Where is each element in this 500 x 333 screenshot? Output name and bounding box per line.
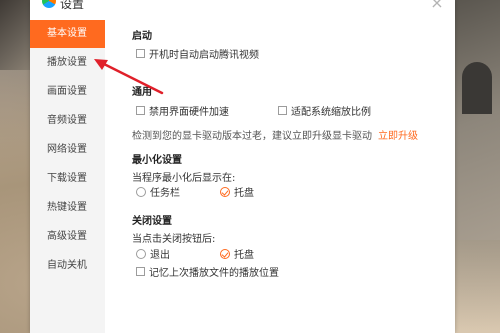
minimize-tray-label: 托盘 — [234, 188, 254, 199]
settings-content: 启动 开机时自动启动腾讯视频 通用 禁用界面硬件加速 适配系统缩放比例 检测到您… — [132, 0, 452, 333]
hw-accel-checkbox[interactable] — [136, 106, 145, 115]
close-tray-option[interactable]: 托盘 — [220, 246, 254, 261]
autostart-option[interactable]: 开机时自动启动腾讯视频 — [136, 46, 259, 61]
minimize-taskbar-radio[interactable] — [136, 186, 146, 197]
driver-notice: 检测到您的显卡驱动版本过老，建议立即升级显卡驱动 立即升级 — [132, 127, 418, 142]
upgrade-link[interactable]: 立即升级 — [378, 127, 418, 142]
sidebar-item-network[interactable]: 网络设置 — [30, 136, 105, 164]
background-arch — [462, 62, 492, 114]
sidebar-item-basic[interactable]: 基本设置 — [30, 20, 105, 48]
general-section-title: 通用 — [132, 87, 152, 98]
minimize-taskbar-label: 任务栏 — [150, 188, 180, 199]
close-tray-label: 托盘 — [234, 250, 254, 261]
sidebar-item-hotkeys[interactable]: 热键设置 — [30, 194, 105, 222]
settings-sidebar: 基本设置 播放设置 画面设置 音频设置 网络设置 下载设置 热键设置 高级设置 … — [30, 20, 105, 333]
close-section-title: 关闭设置 — [132, 216, 172, 227]
close-prompt: 当点击关闭按钮后: — [132, 234, 216, 245]
remember-position-option[interactable]: 记忆上次播放文件的播放位置 — [136, 264, 279, 279]
settings-dialog: 设置 × 基本设置 播放设置 画面设置 音频设置 网络设置 下载设置 热键设置 … — [30, 0, 455, 333]
minimize-section-title: 最小化设置 — [132, 155, 182, 166]
tencent-video-logo-icon — [42, 0, 56, 8]
driver-notice-text: 检测到您的显卡驱动版本过老，建议立即升级显卡驱动 — [132, 131, 372, 142]
sidebar-item-display[interactable]: 画面设置 — [30, 78, 105, 106]
startup-section-title: 启动 — [132, 31, 152, 42]
remember-position-label: 记忆上次播放文件的播放位置 — [149, 268, 279, 279]
background-cliff — [454, 0, 500, 240]
hw-accel-option[interactable]: 禁用界面硬件加速 — [136, 103, 229, 118]
scale-label: 适配系统缩放比例 — [291, 107, 371, 118]
minimize-prompt: 当程序最小化后显示在: — [132, 173, 236, 184]
sidebar-item-audio[interactable]: 音频设置 — [30, 107, 105, 135]
window-title: 设置 — [60, 0, 85, 11]
sidebar-item-auto-shutdown[interactable]: 自动关机 — [30, 252, 105, 280]
scale-checkbox[interactable] — [278, 106, 287, 115]
close-tray-radio[interactable] — [220, 248, 230, 259]
close-exit-option[interactable]: 退出 — [136, 246, 170, 261]
remember-position-checkbox[interactable] — [136, 267, 145, 276]
sidebar-item-advanced[interactable]: 高级设置 — [30, 223, 105, 251]
background-rock — [0, 0, 34, 70]
scale-option[interactable]: 适配系统缩放比例 — [278, 103, 371, 118]
autostart-checkbox[interactable] — [136, 49, 145, 58]
minimize-tray-option[interactable]: 托盘 — [220, 184, 254, 199]
autostart-label: 开机时自动启动腾讯视频 — [149, 50, 259, 61]
sidebar-item-playback[interactable]: 播放设置 — [30, 49, 105, 77]
sidebar-item-download[interactable]: 下载设置 — [30, 165, 105, 193]
close-exit-radio[interactable] — [136, 248, 146, 259]
minimize-taskbar-option[interactable]: 任务栏 — [136, 184, 180, 199]
close-exit-label: 退出 — [150, 250, 170, 261]
hw-accel-label: 禁用界面硬件加速 — [149, 107, 229, 118]
minimize-tray-radio[interactable] — [220, 186, 230, 197]
